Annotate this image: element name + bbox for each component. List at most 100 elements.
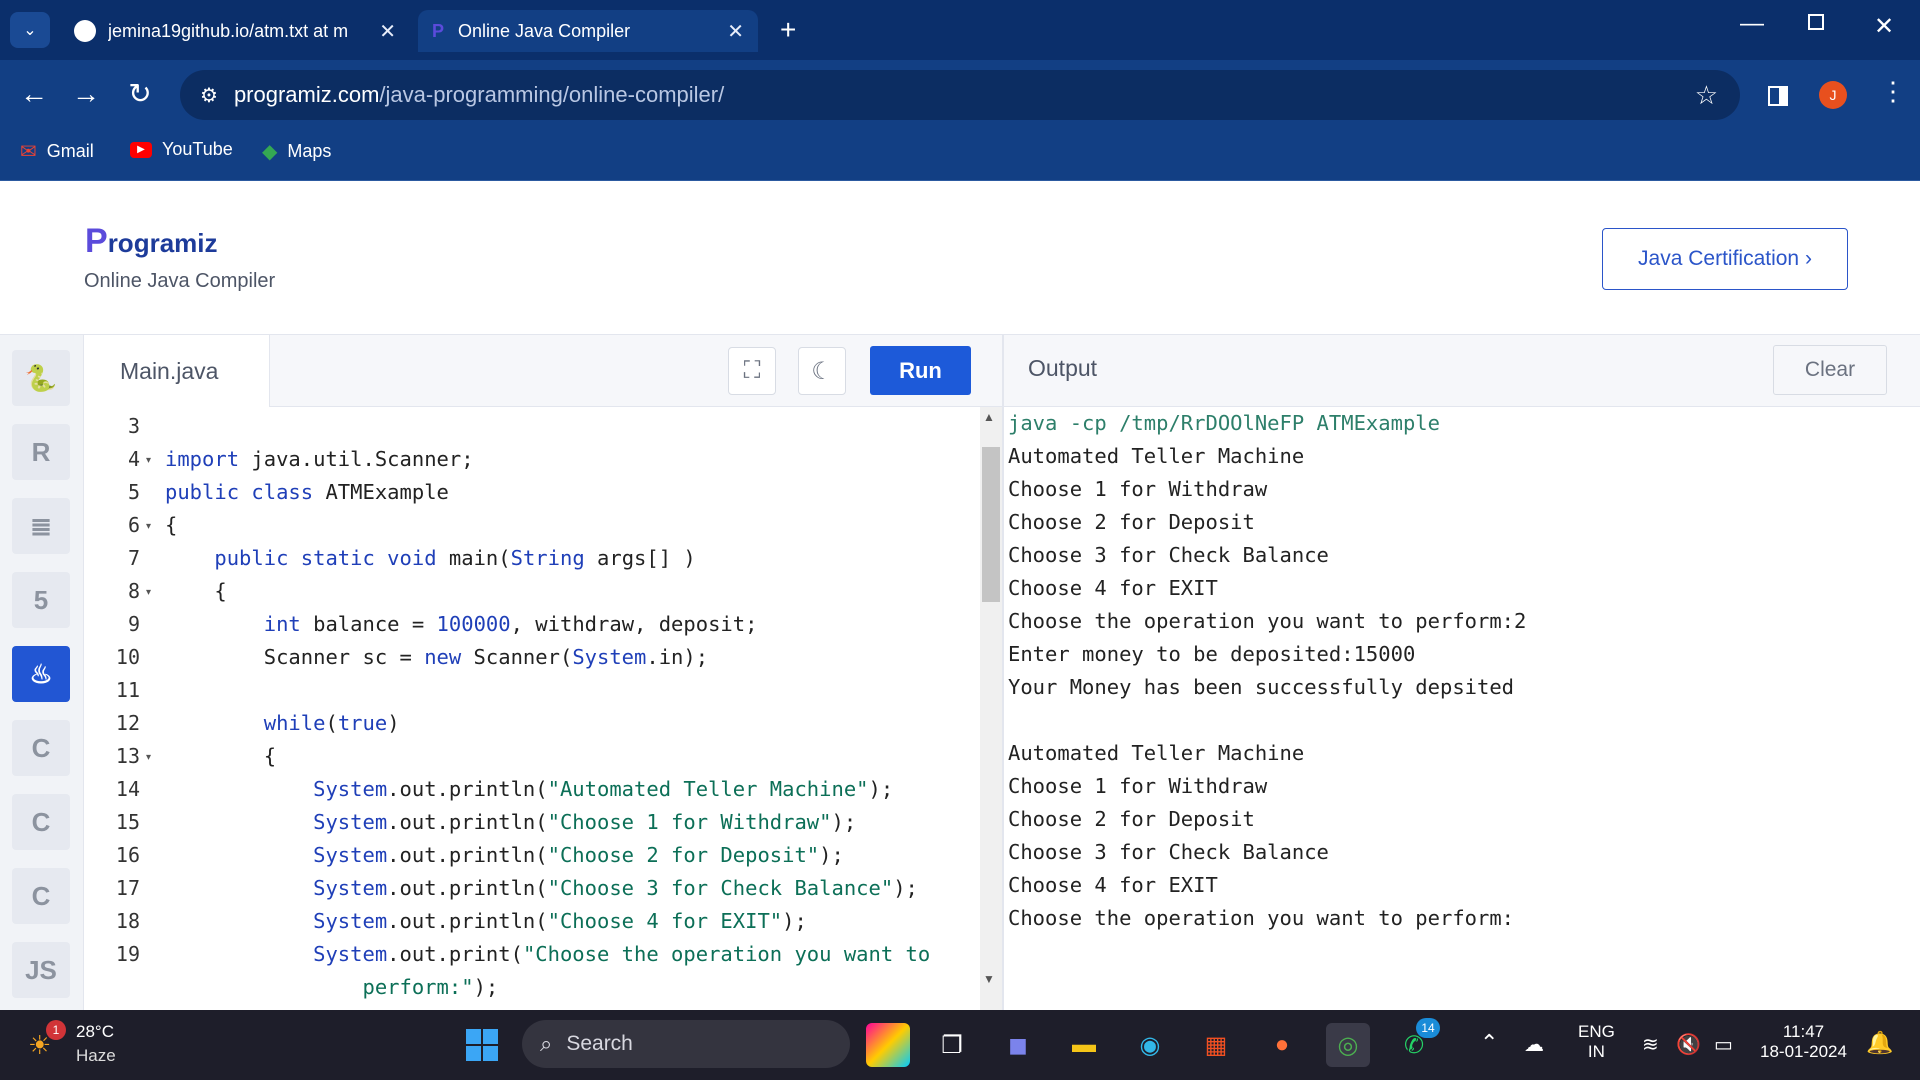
output-line: Choose 1 for Withdraw	[1008, 477, 1268, 501]
programiz-logo[interactable]: Programiz	[85, 222, 218, 261]
output-line: Choose 1 for Withdraw	[1008, 774, 1268, 798]
sidebar-cpp-icon[interactable]: C	[12, 794, 70, 850]
bookmark-maps[interactable]: ◆ Maps	[262, 139, 331, 164]
code-line[interactable]: {	[165, 579, 226, 603]
code-line[interactable]: System.out.println("Automated Teller Mac…	[165, 777, 893, 801]
code-line[interactable]: System.out.println("Choose 3 for Check B…	[165, 876, 918, 900]
code-line[interactable]: {	[165, 744, 276, 768]
bookmark-gmail[interactable]: ✉ Gmail	[20, 139, 94, 164]
sidebar-c-icon[interactable]: C	[12, 720, 70, 776]
code-line[interactable]: public class ATMExample	[165, 480, 449, 504]
scroll-down-arrow-icon[interactable]: ▼	[983, 972, 995, 986]
show-hidden-icons-chevron-icon[interactable]: ⌃	[1480, 1030, 1498, 1056]
forward-icon[interactable]: →	[68, 78, 104, 110]
taskbar-search[interactable]: ⌕ Search	[522, 1020, 850, 1068]
clock-date: 18-01-2024	[1760, 1042, 1847, 1061]
line-number: 9	[127, 612, 140, 636]
tab-github[interactable]: jemina19github.io/atm.txt at m ✕	[60, 10, 410, 52]
menu-kebab-icon[interactable]: ⋮	[1880, 76, 1906, 107]
clock-time: 11:47	[1782, 1022, 1825, 1041]
battery-icon[interactable]: ▭	[1714, 1032, 1733, 1057]
output-title: Output	[1028, 355, 1098, 381]
code-line[interactable]: perform:");	[165, 975, 498, 999]
line-number: 3	[127, 414, 140, 438]
code-line[interactable]: int balance = 100000, withdraw, deposit;	[165, 612, 758, 636]
weather-widget[interactable]: ☀ 1 28°C Haze	[24, 1020, 134, 1070]
edge-icon[interactable]: ◉	[1128, 1023, 1172, 1067]
fold-arrow-icon[interactable]: ▾	[146, 752, 151, 763]
whatsapp-badge: 14	[1416, 1018, 1440, 1038]
code-line[interactable]: while(true)	[165, 711, 400, 735]
notifications-bell-icon[interactable]: 🔔	[1866, 1030, 1893, 1056]
sidebar-r-icon[interactable]: R	[12, 424, 70, 480]
chrome-taskbar-icon[interactable]: ◎	[1326, 1023, 1370, 1067]
file-explorer-icon[interactable]: ▬	[1062, 1023, 1106, 1067]
fold-arrow-icon[interactable]: ▾	[146, 587, 151, 598]
code-line[interactable]: public static void main(String args[] )	[165, 546, 695, 570]
scroll-up-arrow-icon[interactable]: ▲	[983, 410, 995, 424]
sidebar-sql-icon[interactable]: ≣	[12, 498, 70, 554]
windows-start-icon[interactable]	[460, 1023, 504, 1067]
file-tab-main-java[interactable]: Main.java	[84, 335, 270, 407]
profile-avatar[interactable]: J	[1819, 81, 1847, 109]
tab-list-button[interactable]: ⌄	[10, 12, 50, 48]
tab-label: jemina19github.io/atm.txt at m	[108, 20, 349, 41]
new-tab-button[interactable]: +	[780, 14, 796, 46]
code-line[interactable]: System.out.println("Choose 2 for Deposit…	[165, 843, 844, 867]
page-subtitle: Online Java Compiler	[84, 270, 276, 292]
restore-icon[interactable]	[1808, 14, 1824, 30]
teams-icon[interactable]: ◼	[996, 1023, 1040, 1067]
tab-online-java-compiler[interactable]: P Online Java Compiler ✕	[418, 10, 758, 52]
address-bar[interactable]: ⚙ programiz.com/java-programming/online-…	[180, 70, 1740, 120]
fold-arrow-icon[interactable]: ▾	[146, 521, 151, 532]
copilot-icon[interactable]	[866, 1023, 910, 1067]
line-number: 15	[115, 810, 140, 834]
bookmark-youtube[interactable]: ▶ YouTube	[130, 139, 233, 160]
output-line: Automated Teller Machine	[1008, 444, 1305, 468]
code-line[interactable]: import java.util.Scanner;	[165, 447, 474, 471]
code-line[interactable]: System.out.println("Choose 4 for EXIT");	[165, 909, 807, 933]
weather-badge: 1	[46, 1020, 66, 1040]
java-certification-button[interactable]: Java Certification ›	[1602, 228, 1848, 290]
dark-mode-moon-icon[interactable]: ☾	[798, 347, 846, 395]
back-icon[interactable]: ←	[16, 78, 52, 110]
lang-bottom: IN	[1587, 1042, 1605, 1061]
line-number: 19	[115, 942, 140, 966]
fullscreen-icon[interactable]: ⛶	[728, 347, 776, 395]
output-line: Choose 2 for Deposit	[1008, 807, 1255, 831]
fold-arrow-icon[interactable]: ▾	[146, 455, 151, 466]
code-line[interactable]: Scanner sc = new Scanner(System.in);	[165, 645, 708, 669]
weather-temp: 28°C	[76, 1022, 114, 1041]
reload-icon[interactable]: ↻	[122, 78, 158, 110]
sidebar-html-icon[interactable]: 5	[12, 572, 70, 628]
side-panel-icon[interactable]	[1768, 86, 1788, 106]
tab-close-icon[interactable]: ✕	[727, 19, 744, 44]
onedrive-icon[interactable]: ☁	[1524, 1032, 1544, 1057]
github-icon	[74, 20, 96, 42]
volume-muted-icon[interactable]: 🔇	[1676, 1032, 1701, 1057]
code-line[interactable]: System.out.print("Choose the operation y…	[165, 942, 930, 966]
bookmark-star-icon[interactable]: ☆	[1695, 80, 1718, 111]
site-info-icon[interactable]: ⚙	[200, 83, 218, 108]
wifi-icon[interactable]: ≋	[1642, 1032, 1659, 1057]
sidebar-js-icon[interactable]: JS	[12, 942, 70, 998]
microsoft-store-icon[interactable]: ▦	[1194, 1023, 1238, 1067]
code-line[interactable]: {	[165, 513, 177, 537]
clear-button[interactable]: Clear	[1773, 345, 1887, 395]
sidebar-java-icon[interactable]: ♨	[12, 646, 70, 702]
bookmark-label: YouTube	[162, 139, 233, 159]
language-indicator[interactable]: ENG IN	[1578, 1022, 1615, 1062]
output-line: Choose the operation you want to perform…	[1008, 609, 1527, 633]
line-number: 8	[127, 579, 140, 603]
close-window-icon[interactable]: ✕	[1874, 12, 1894, 41]
run-button[interactable]: Run	[870, 346, 971, 395]
task-view-icon[interactable]: ❐	[930, 1023, 974, 1067]
clock[interactable]: 11:47 18-01-2024	[1760, 1022, 1847, 1062]
sidebar-python-icon[interactable]: 🐍	[12, 350, 70, 406]
code-line[interactable]: System.out.println("Choose 1 for Withdra…	[165, 810, 856, 834]
minimize-icon[interactable]: —	[1740, 10, 1764, 38]
tab-close-icon[interactable]: ✕	[379, 19, 396, 44]
sidebar-csharp-icon[interactable]: C	[12, 868, 70, 924]
editor-scrollbar-thumb[interactable]	[982, 447, 1000, 602]
firefox-icon[interactable]: ●	[1260, 1023, 1304, 1067]
